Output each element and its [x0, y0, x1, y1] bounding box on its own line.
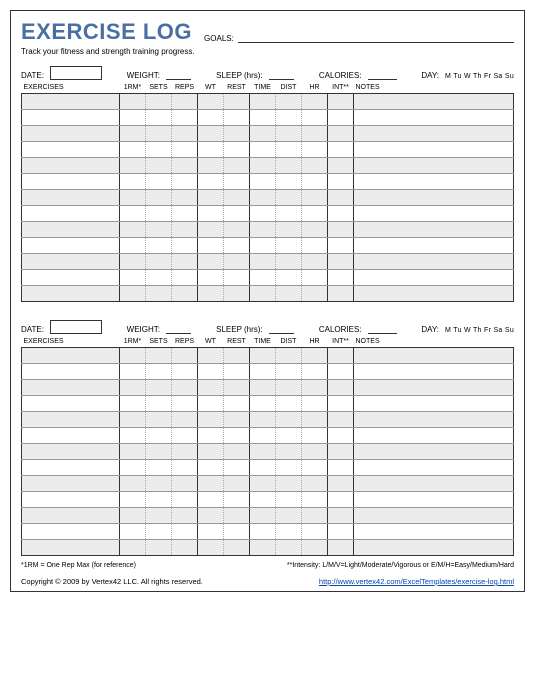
table-row[interactable] [22, 508, 514, 524]
weight-label: WEIGHT: [127, 325, 160, 334]
subtitle: Track your fitness and strength training… [21, 47, 514, 56]
col-rest: REST [224, 336, 250, 348]
goals-field: GOALS: [204, 32, 514, 43]
table-row[interactable] [22, 222, 514, 238]
table-row[interactable] [22, 206, 514, 222]
column-headers: EXERCISES 1RM* SETS REPS WT REST TIME DI… [22, 336, 514, 348]
sleep-input[interactable] [269, 69, 294, 80]
goals-underline[interactable] [238, 32, 514, 43]
col-reps: REPS [172, 82, 198, 94]
table-row[interactable] [22, 476, 514, 492]
col-rest: REST [224, 82, 250, 94]
table-row[interactable] [22, 396, 514, 412]
table-row[interactable] [22, 158, 514, 174]
table-row[interactable] [22, 524, 514, 540]
col-notes: NOTES [354, 82, 514, 94]
header-row: EXERCISE LOG GOALS: [21, 19, 514, 45]
table-row[interactable] [22, 270, 514, 286]
date-label: DATE: [21, 325, 44, 334]
table-row[interactable] [22, 412, 514, 428]
table-row[interactable] [22, 238, 514, 254]
col-wt: WT [198, 336, 224, 348]
goals-label: GOALS: [204, 34, 234, 43]
day-options[interactable]: M Tu W Th Fr Sa Su [445, 327, 514, 334]
weight-input[interactable] [166, 69, 191, 80]
col-int: INT** [328, 82, 354, 94]
table-row[interactable] [22, 286, 514, 302]
table-row[interactable] [22, 540, 514, 556]
source-link[interactable]: http://www.vertex42.com/ExcelTemplates/e… [319, 577, 514, 586]
date-input[interactable] [50, 66, 102, 80]
table-row[interactable] [22, 460, 514, 476]
exercise-log-page: EXERCISE LOG GOALS: Track your fitness a… [10, 10, 525, 592]
col-dist: DIST [276, 82, 302, 94]
calories-input[interactable] [368, 69, 397, 80]
col-1rm: 1RM* [120, 82, 146, 94]
col-exercises: EXERCISES [22, 82, 120, 94]
date-input[interactable] [50, 320, 102, 334]
col-dist: DIST [276, 336, 302, 348]
page-title: EXERCISE LOG [21, 19, 192, 45]
copyright: Copyright © 2009 by Vertex42 LLC. All ri… [21, 577, 203, 586]
col-wt: WT [198, 82, 224, 94]
log-table: EXERCISES 1RM* SETS REPS WT REST TIME DI… [21, 336, 514, 556]
table-row[interactable] [22, 428, 514, 444]
col-hr: HR [302, 82, 328, 94]
sleep-input[interactable] [269, 323, 294, 334]
col-1rm: 1RM* [120, 336, 146, 348]
footnote-1rm: *1RM = One Rep Max (for reference) [21, 562, 136, 569]
table-row[interactable] [22, 110, 514, 126]
col-time: TIME [250, 336, 276, 348]
table-row[interactable] [22, 174, 514, 190]
table-row[interactable] [22, 254, 514, 270]
table-row[interactable] [22, 380, 514, 396]
table-row[interactable] [22, 444, 514, 460]
weight-input[interactable] [166, 323, 191, 334]
day-label: DAY: [421, 325, 439, 334]
col-sets: SETS [146, 82, 172, 94]
calories-input[interactable] [368, 323, 397, 334]
col-exercises: EXERCISES [22, 336, 120, 348]
col-reps: REPS [172, 336, 198, 348]
col-notes: NOTES [354, 336, 514, 348]
day-label: DAY: [421, 71, 439, 80]
table-row[interactable] [22, 94, 514, 110]
calories-label: CALORIES: [319, 325, 362, 334]
calories-label: CALORIES: [319, 71, 362, 80]
day-options[interactable]: M Tu W Th Fr Sa Su [445, 73, 514, 80]
footnotes: *1RM = One Rep Max (for reference) **Int… [21, 562, 514, 569]
session-header: DATE: WEIGHT: SLEEP (hrs): CALORIES: DAY… [21, 66, 514, 80]
table-row[interactable] [22, 126, 514, 142]
column-headers: EXERCISES 1RM* SETS REPS WT REST TIME DI… [22, 82, 514, 94]
weight-label: WEIGHT: [127, 71, 160, 80]
sleep-label: SLEEP (hrs): [216, 325, 263, 334]
col-time: TIME [250, 82, 276, 94]
col-hr: HR [302, 336, 328, 348]
date-label: DATE: [21, 71, 44, 80]
session-header: DATE: WEIGHT: SLEEP (hrs): CALORIES: DAY… [21, 320, 514, 334]
footnote-intensity: **Intensity: L/M/V=Light/Moderate/Vigoro… [287, 562, 514, 569]
footer-row: Copyright © 2009 by Vertex42 LLC. All ri… [21, 577, 514, 586]
table-row[interactable] [22, 142, 514, 158]
col-int: INT** [328, 336, 354, 348]
col-sets: SETS [146, 336, 172, 348]
log-table: EXERCISES 1RM* SETS REPS WT REST TIME DI… [21, 82, 514, 302]
sleep-label: SLEEP (hrs): [216, 71, 263, 80]
table-row[interactable] [22, 348, 514, 364]
table-row[interactable] [22, 190, 514, 206]
table-row[interactable] [22, 492, 514, 508]
table-row[interactable] [22, 364, 514, 380]
